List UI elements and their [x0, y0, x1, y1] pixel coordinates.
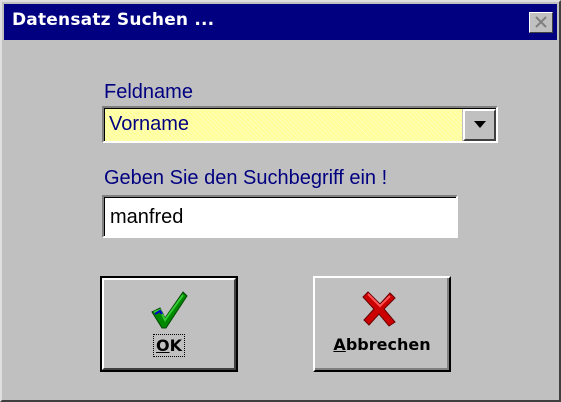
dropdown-button[interactable]: [463, 109, 496, 141]
close-button[interactable]: [529, 12, 553, 33]
field-name-dropdown[interactable]: Vorname: [102, 106, 498, 143]
search-term-input[interactable]: manfred: [102, 195, 458, 238]
field-name-label: Feldname: [104, 81, 193, 103]
green-checkmark-icon: [151, 291, 188, 329]
cancel-button[interactable]: Abbrechen: [313, 276, 451, 372]
search-term-label: Geben Sie den Suchbegriff ein !: [104, 167, 388, 189]
ok-button[interactable]: OK: [100, 276, 238, 372]
search-term-value[interactable]: manfred: [104, 197, 456, 236]
dialog-title: Datensatz Suchen ...: [12, 10, 215, 30]
field-name-value[interactable]: Vorname: [105, 109, 462, 141]
ok-label: OK: [152, 334, 186, 357]
cancel-label: Abbrechen: [333, 335, 431, 354]
search-dialog: Datensatz Suchen ... Feldname Vorname Ge…: [0, 0, 561, 402]
dropdown-arrow-icon: [474, 121, 486, 128]
titlebar: Datensatz Suchen ...: [4, 4, 557, 40]
close-icon: [535, 16, 547, 28]
red-x-icon: [362, 291, 396, 327]
